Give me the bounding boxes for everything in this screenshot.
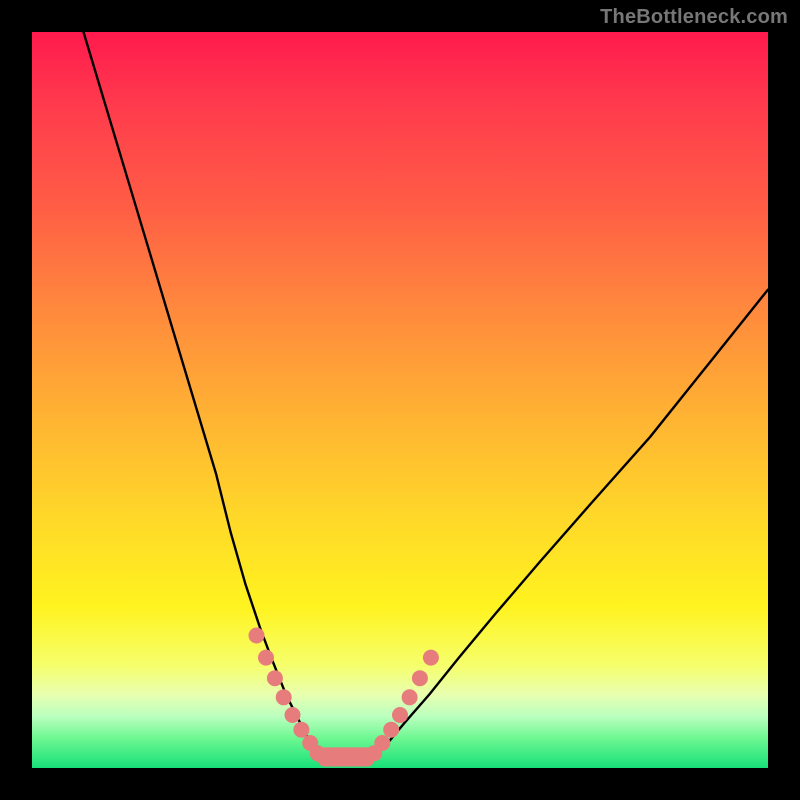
curves-svg (32, 32, 768, 768)
curve-right (371, 290, 768, 761)
beads-right (366, 650, 439, 762)
beads-left (249, 628, 326, 762)
curve-left (84, 32, 323, 761)
floor-band (318, 747, 375, 766)
watermark-text: TheBottleneck.com (600, 6, 788, 29)
plot-area (32, 32, 768, 768)
chart-frame: TheBottleneck.com (0, 0, 800, 800)
